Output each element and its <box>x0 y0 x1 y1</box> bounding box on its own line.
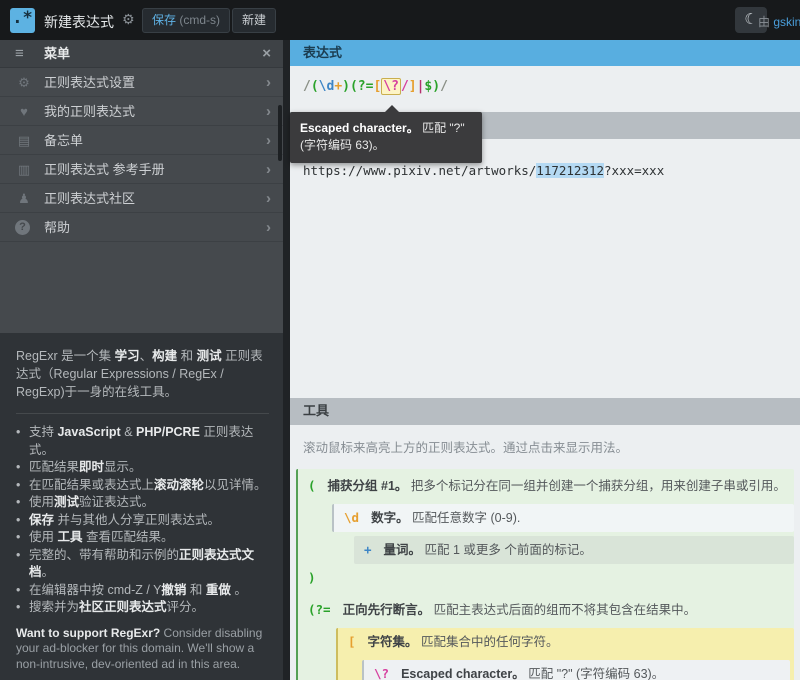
token-tooltip: Escaped character。 匹配 "?" (字符编码 63)。 <box>290 112 482 163</box>
explain-row-digit[interactable]: \d数字。 匹配任意数字 (0-9). <box>334 504 794 532</box>
chevron-right-icon: › <box>266 213 271 242</box>
expression-panel-header: 表达式 <box>290 40 800 66</box>
chevron-right-icon: › <box>266 126 271 155</box>
list-item: 保存 并与其他人分享正则表达式。 <box>16 512 269 530</box>
list-item: 使用测试验证表达式。 <box>16 494 269 512</box>
regexr-app: .* 新建表达式 ⚙ 保存 (cmd-s) 新建 ☾ 由 gskin ≡ 菜单 … <box>0 0 800 680</box>
text-input[interactable]: https://www.pixiv.net/artworks/117212312… <box>303 163 664 178</box>
explain-group-block: (捕获分组 #1。 把多个标记分在同一组并创建一个捕获分组，用来创建子串或引用。… <box>296 469 794 597</box>
explain-row-quantifier[interactable]: +量词。 匹配 1 或更多 个前面的标记。 <box>354 536 794 564</box>
explain-row-group-close[interactable]: ) <box>298 564 794 592</box>
explain-lookahead-block: (?=正向先行断言。 匹配主表达式后面的组而不将其包含在结果中。 [字符集。 匹… <box>296 593 794 680</box>
cheatsheet-icon: ▤ <box>15 126 33 155</box>
chevron-right-icon: › <box>266 155 271 184</box>
top-bar: .* 新建表达式 ⚙ 保存 (cmd-s) 新建 ☾ 由 gskin <box>0 0 800 40</box>
sidebar-item-community[interactable]: ♟ 正则表达式社区 › <box>0 184 283 213</box>
list-item: 支持 JavaScript & PHP/PCRE 正则表达式。 <box>16 424 269 459</box>
expression-input[interactable]: /(\d+)(?=[\?/]|$)/ <box>303 79 448 94</box>
list-item: 匹配结果即时显示。 <box>16 459 269 477</box>
sidebar-item-reference[interactable]: ▥ 正则表达式 参考手册 › <box>0 155 283 184</box>
moon-icon: ☾ <box>744 11 757 28</box>
divider <box>16 413 269 414</box>
page-title: 新建表达式 <box>44 12 114 32</box>
gear-icon: ⚙ <box>15 68 33 97</box>
author-link[interactable]: gskin <box>773 15 800 29</box>
save-button[interactable]: 保存 (cmd-s) <box>142 8 230 33</box>
sidebar-item-settings[interactable]: ⚙ 正则表达式设置 › <box>0 68 283 97</box>
close-icon[interactable]: × <box>262 40 271 68</box>
sidebar-item-help[interactable]: ? 帮助 › <box>0 213 283 242</box>
sidebar-scrollbar[interactable] <box>278 105 282 161</box>
community-icon: ♟ <box>15 184 33 213</box>
tools-panel: 滚动鼠标来高亮上方的正则表达式。通过点击来显示用法。 (捕获分组 #1。 把多个… <box>290 425 800 680</box>
menu-list-icon: ≡ <box>15 40 24 68</box>
explain-box-charset: [字符集。 匹配集合中的任何字符。 \?Escaped character。 匹… <box>336 628 794 680</box>
list-item: 使用 工具 查看匹配结果。 <box>16 529 269 547</box>
byline: 由 gskin <box>758 13 800 30</box>
sidebar-main-divider <box>283 40 290 680</box>
feature-list: 支持 JavaScript & PHP/PCRE 正则表达式。 匹配结果即时显示… <box>16 424 269 617</box>
text-editor[interactable]: https://www.pixiv.net/artworks/117212312… <box>290 139 800 398</box>
sidebar-menu: ≡ 菜单 × ⚙ 正则表达式设置 › ♥ 我的正则表达式 › ▤ 备忘单 › ▥… <box>0 40 283 680</box>
explain-row-group-open[interactable]: (捕获分组 #1。 把多个标记分在同一组并创建一个捕获分组，用来创建子串或引用。 <box>298 472 794 500</box>
new-button[interactable]: 新建 <box>232 8 276 33</box>
list-item: 完整的、带有帮助和示例的正则表达式文档。 <box>16 547 269 582</box>
list-item: 搜索并为社区正则表达式评分。 <box>16 599 269 617</box>
main-content: 表达式 /(\d+)(?=[\?/]|$)/ 文本 https://www.pi… <box>290 40 800 680</box>
regexr-logo-icon[interactable]: .* <box>10 8 35 33</box>
tools-panel-header: 工具 <box>290 398 800 425</box>
sidebar-item-my-patterns[interactable]: ♥ 我的正则表达式 › <box>0 97 283 126</box>
explain-row-charset[interactable]: [字符集。 匹配集合中的任何字符。 <box>338 628 794 656</box>
explain-box-digit: \d数字。 匹配任意数字 (0-9). <box>332 504 794 532</box>
heart-icon: ♥ <box>15 97 33 126</box>
chevron-right-icon: › <box>266 97 271 126</box>
list-item: 在匹配结果或表达式上滚动滚轮以见详情。 <box>16 477 269 495</box>
sidebar-item-cheatsheet[interactable]: ▤ 备忘单 › <box>0 126 283 155</box>
chevron-right-icon: › <box>266 68 271 97</box>
explain-box-escaped: \?Escaped character。 匹配 "?" (字符编码 63)。 <box>362 660 790 680</box>
tools-hint: 滚动鼠标来高亮上方的正则表达式。通过点击来显示用法。 <box>303 437 628 456</box>
help-icon: ? <box>15 220 30 235</box>
tooltip-arrow-icon <box>385 105 399 112</box>
explain-row-escaped[interactable]: \?Escaped character。 匹配 "?" (字符编码 63)。 <box>364 660 790 680</box>
intro-paragraph: RegExr 是一个集 学习、构建 和 测试 正则表达式（Regular Exp… <box>16 347 269 401</box>
explain-box-quantifier: +量词。 匹配 1 或更多 个前面的标记。 <box>354 536 794 564</box>
chevron-right-icon: › <box>266 184 271 213</box>
book-icon: ▥ <box>15 155 33 184</box>
sidebar-description: RegExr 是一个集 学习、构建 和 测试 正则表达式（Regular Exp… <box>0 333 283 680</box>
ad-notice: Want to support RegExr? Consider disabli… <box>16 626 266 673</box>
expression-settings-gear-icon[interactable]: ⚙ <box>122 11 135 28</box>
explain-row-lookahead[interactable]: (?=正向先行断言。 匹配主表达式后面的组而不将其包含在结果中。 <box>298 596 794 624</box>
menu-header: ≡ 菜单 × <box>0 40 283 68</box>
expression-editor[interactable]: /(\d+)(?=[\?/]|$)/ <box>290 66 800 112</box>
list-item: 在编辑器中按 cmd-Z / Y撤销 和 重做 。 <box>16 582 269 600</box>
menu-title: 菜单 <box>44 46 70 61</box>
